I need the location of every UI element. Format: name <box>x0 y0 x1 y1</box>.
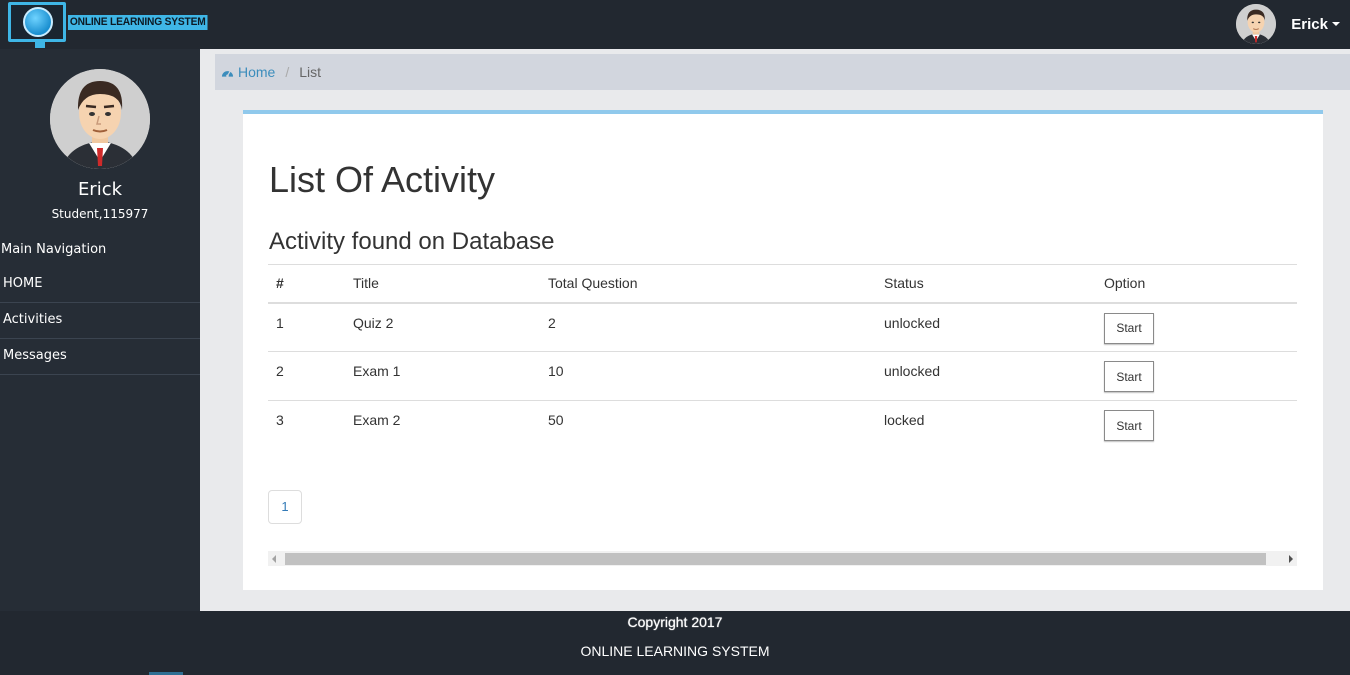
caret-down-icon <box>1332 22 1340 26</box>
table-row: 3 Exam 2 50 locked Start <box>268 401 1297 450</box>
cell-option: Start <box>1096 302 1297 352</box>
start-button[interactable]: Start <box>1104 361 1154 392</box>
cell-total-question: 2 <box>540 302 876 352</box>
table-header-row: # Title Total Question Status Option <box>268 264 1297 304</box>
dashboard-icon <box>221 70 234 77</box>
column-header-status: Status <box>876 264 1096 304</box>
start-button[interactable]: Start <box>1104 410 1154 441</box>
logo-text: ONLINE LEARNING SYSTEM <box>68 14 208 30</box>
cell-number: 3 <box>276 412 284 428</box>
scrollbar-thumb[interactable] <box>285 553 1266 565</box>
breadcrumb: Home / List <box>215 54 1350 90</box>
footer: Copyright 2017 ONLINE LEARNING SYSTEM <box>0 611 1350 675</box>
sidebar-user-role: Student,115977 <box>51 207 149 221</box>
column-header-option: Option <box>1096 264 1297 304</box>
column-header-number: # <box>268 264 345 304</box>
top-navbar: ONLINE LEARNING SYSTEM Erick <box>0 0 1350 49</box>
avatar <box>50 69 150 169</box>
cell-title: Quiz 2 <box>345 302 540 352</box>
page-title: List Of Activity <box>269 159 496 200</box>
sidebar-item-messages[interactable]: Messages <box>0 339 200 375</box>
cell-title: Exam 2 <box>353 412 401 428</box>
scroll-left-arrow-icon[interactable] <box>272 555 276 563</box>
cell-option: Start <box>1096 401 1297 450</box>
avatar <box>1236 4 1277 44</box>
cell-total-question: 50 <box>548 412 564 428</box>
globe-monitor-icon <box>8 2 66 48</box>
footer-copyright: Copyright 2017 <box>627 614 723 630</box>
cell-status: unlocked <box>876 302 1096 352</box>
sidebar-menu: HOME Activities Messages <box>0 267 200 375</box>
cell-status: locked <box>884 412 925 428</box>
cell-total-question: 10 <box>540 351 876 401</box>
user-menu-toggle[interactable]: Erick <box>1236 4 1340 44</box>
cell-title: Exam 1 <box>345 351 540 401</box>
table-row: 2 Exam 1 10 unlocked Start <box>268 351 1297 401</box>
sidebar-item-home[interactable]: HOME <box>0 267 200 303</box>
sidebar-item-activities[interactable]: Activities <box>0 303 200 339</box>
sidebar: Erick Student,115977 Main Navigation HOM… <box>0 49 200 611</box>
column-header-title: Title <box>345 264 540 304</box>
horizontal-scrollbar[interactable] <box>268 551 1297 566</box>
breadcrumb-current: List <box>299 64 322 80</box>
breadcrumb-home-link[interactable]: Home <box>221 64 275 80</box>
cell-number: 2 <box>268 351 345 401</box>
activity-panel: List Of Activity Activity found on Datab… <box>243 110 1323 590</box>
cell-status: unlocked <box>876 351 1096 401</box>
start-button[interactable]: Start <box>1104 312 1154 344</box>
breadcrumb-separator: / <box>285 64 290 80</box>
footer-app-name: ONLINE LEARNING SYSTEM <box>580 643 770 659</box>
activity-table: # Title Total Question Status Option 1 Q… <box>268 264 1297 450</box>
pagination-page-button[interactable]: 1 <box>268 490 302 524</box>
cell-number: 1 <box>268 302 345 352</box>
breadcrumb-home-label: Home <box>238 64 276 80</box>
scroll-right-arrow-icon[interactable] <box>1289 555 1293 563</box>
column-header-total-question: Total Question <box>540 264 876 304</box>
section-title: Activity found on Database <box>269 228 555 255</box>
app-logo[interactable]: ONLINE LEARNING SYSTEM <box>8 2 218 48</box>
sidebar-heading: Main Navigation <box>1 242 107 257</box>
cell-option: Start <box>1096 351 1297 401</box>
main-content: Home / List List Of Activity Activity fo… <box>200 49 1350 611</box>
username-label: Erick <box>1291 15 1328 33</box>
sidebar-user-name: Erick <box>77 179 123 200</box>
table-row: 1 Quiz 2 2 unlocked Start <box>268 302 1297 352</box>
